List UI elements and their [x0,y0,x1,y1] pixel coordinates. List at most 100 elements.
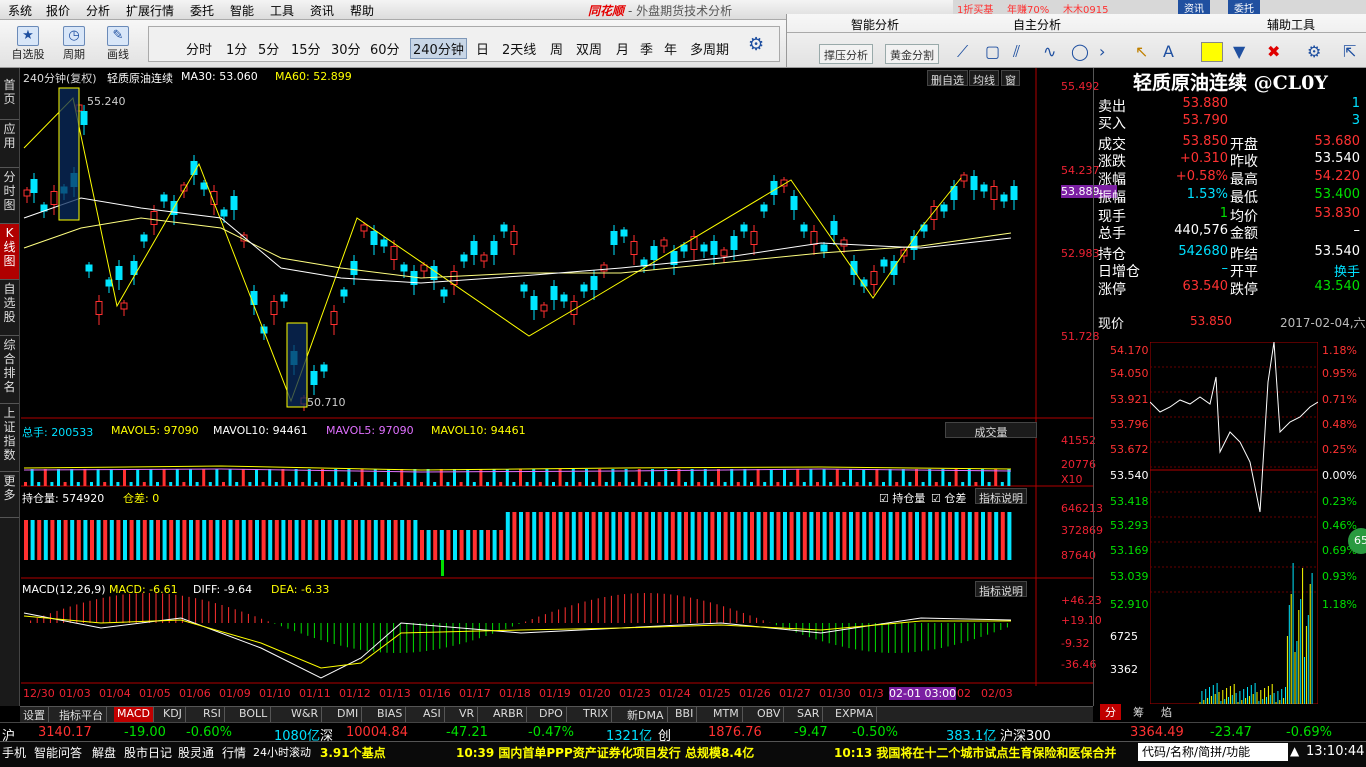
indicator-tab[interactable]: OBV [754,707,785,722]
ma-button[interactable]: 均线 [969,70,999,87]
status-24h[interactable]: 24小时滚动 [253,744,311,760]
period-15m[interactable]: 15分 [291,39,321,58]
wave-tool-icon[interactable]: ∿ [1043,42,1056,61]
period-month[interactable]: 月 [616,39,629,58]
status-qa[interactable]: 智能问答 [34,744,82,761]
period-quarter[interactable]: 季 [640,39,653,58]
indicator-tab[interactable]: 设置 [20,707,49,722]
intraday-mini-chart[interactable] [1150,342,1318,704]
period-2week[interactable]: 双周 [576,39,602,58]
menu-news[interactable]: 资讯 [310,2,334,19]
oi-help-button[interactable]: 指标说明 [975,488,1027,505]
status-mobile[interactable]: 手机 [2,744,26,761]
status-news-0[interactable]: 3.91个基点 [320,744,386,761]
rect-tool-icon[interactable]: ▢ [985,42,1000,61]
menu-smart[interactable]: 智能 [230,2,254,19]
line-tool-icon[interactable]: ⟋ [957,42,968,62]
mini-tab-fen[interactable]: 分 [1100,704,1121,720]
delete-icon[interactable]: ✖ [1267,42,1280,61]
status-market[interactable]: 行情 [222,744,246,761]
mini-tab-chou[interactable]: 筹 [1128,704,1149,720]
bookmark-icon[interactable]: ▼ [1233,42,1245,61]
entrust-button[interactable]: 委托 [1228,0,1260,15]
indicator-tab[interactable]: ASI [420,707,445,722]
indicator-tab[interactable]: ARBR [490,707,528,722]
status-diary[interactable]: 股市日记 [124,744,172,761]
draw-tool[interactable]: ✎ 画线 [100,26,136,62]
menu-help[interactable]: 帮助 [350,2,374,19]
menu-quote[interactable]: 报价 [46,2,70,19]
period-1m[interactable]: 1分 [226,39,247,58]
cursor-icon[interactable]: ↖ [1135,42,1148,61]
sidebar-watchlist[interactable]: 自选股 [0,280,19,336]
golden-section-button[interactable]: 黄金分割 [885,44,939,64]
watchlist-tool[interactable]: ★ 自选股 [8,26,48,62]
period-fenshi[interactable]: 分时 [186,39,212,58]
period-year[interactable]: 年 [664,39,677,58]
period-5m[interactable]: 5分 [258,39,279,58]
indicator-tab[interactable]: DPO [536,707,567,722]
settings-icon[interactable]: ⚙ [1307,42,1321,61]
window-button[interactable]: 窗 [1001,70,1020,87]
period-240m[interactable]: 240分钟 [410,38,467,59]
indicator-tab[interactable]: W&R [288,707,323,722]
search-icon[interactable]: ▲ [1290,744,1299,758]
indicator-tab[interactable]: RSI [200,707,225,722]
menu-analysis[interactable]: 分析 [86,2,110,19]
status-news-2[interactable]: 10:13 我国将在十二个城市试点生育保险和医保合并 [834,744,1134,761]
expand-icon[interactable]: ⇱ [1343,42,1356,61]
indicator-tab[interactable]: TRIX [580,707,613,722]
status-analysis[interactable]: 解盘 [92,744,116,761]
mini-tab-yan[interactable]: 焰 [1156,704,1177,720]
indicator-tab[interactable]: BBI [672,707,698,722]
sidebar-ranking[interactable]: 综合排名 [0,336,19,404]
kline-svg[interactable] [21,68,1093,706]
more-tools-icon[interactable]: › [1099,42,1105,61]
circle-tool-icon[interactable]: ◯ [1071,42,1089,61]
status-lingtong[interactable]: 股灵通 [178,744,214,761]
menu-system[interactable]: 系统 [8,2,32,19]
search-input[interactable]: 代码/名称/简拼/功能 [1138,743,1288,761]
oi-check-1[interactable]: ☑ 持仓量 [879,490,925,506]
indicator-tab[interactable]: MTM [710,707,743,722]
period-2day[interactable]: 2天线 [502,39,536,58]
status-news-1[interactable]: 10:39 国内首单PPP资产证券化项目发行 总规模8.4亿 [456,744,754,761]
macd-help-button[interactable]: 指标说明 [975,581,1027,598]
oi-bar [730,512,735,560]
color-swatch[interactable] [1201,42,1223,62]
period-week[interactable]: 周 [550,39,563,58]
gear-icon[interactable]: ⚙ [748,34,764,55]
menu-entrust[interactable]: 委托 [190,2,214,19]
parallel-tool-icon[interactable]: ⫽ [1013,42,1020,62]
period-60m[interactable]: 60分 [370,39,400,58]
sidebar-home[interactable]: 首页 [0,76,19,120]
indicator-tab[interactable]: KDJ [160,707,186,722]
sidebar-kline[interactable]: K线图 [0,224,19,280]
menu-tools[interactable]: 工具 [270,2,294,19]
sidebar-sh-index[interactable]: 上证指数 [0,404,19,472]
sidebar-more[interactable]: 更多 [0,472,19,518]
sidebar-apps[interactable]: 应用 [0,120,19,168]
period-multi[interactable]: 多周期 [690,39,729,58]
period-30m[interactable]: 30分 [331,39,361,58]
indicator-tab[interactable]: BIAS [374,707,407,722]
volume-dropdown[interactable]: 成交量 [945,422,1037,439]
sidebar-timeline[interactable]: 分时图 [0,168,19,224]
text-tool-icon[interactable]: A [1163,42,1174,61]
menu-extended[interactable]: 扩展行情 [126,2,174,19]
kline-chart-area[interactable]: 240分钟(复权) 轻质原油连续 MA30: 53.060 MA60: 52.8… [21,68,1117,706]
indicator-tab[interactable]: EXPMA [832,707,878,722]
oi-check-2[interactable]: ☑ 仓差 [931,490,966,506]
period-tool[interactable]: ◷ 周期 [56,26,92,62]
indicator-tab[interactable]: VR [456,707,479,722]
news-button[interactable]: 资讯 [1178,0,1210,15]
indicator-tab[interactable]: BOLL [236,707,272,722]
indicator-tab[interactable]: SAR [794,707,824,722]
period-day[interactable]: 日 [476,39,489,58]
indicator-tab[interactable]: DMI [334,707,363,722]
indicator-tab[interactable]: 指标平台 [56,707,107,722]
support-resistance-button[interactable]: 撑压分析 [819,44,873,64]
remove-watchlist-button[interactable]: 删自选 [927,70,968,87]
indicator-tab[interactable]: 新DMA [624,707,668,722]
indicator-tab[interactable]: MACD [114,707,154,722]
